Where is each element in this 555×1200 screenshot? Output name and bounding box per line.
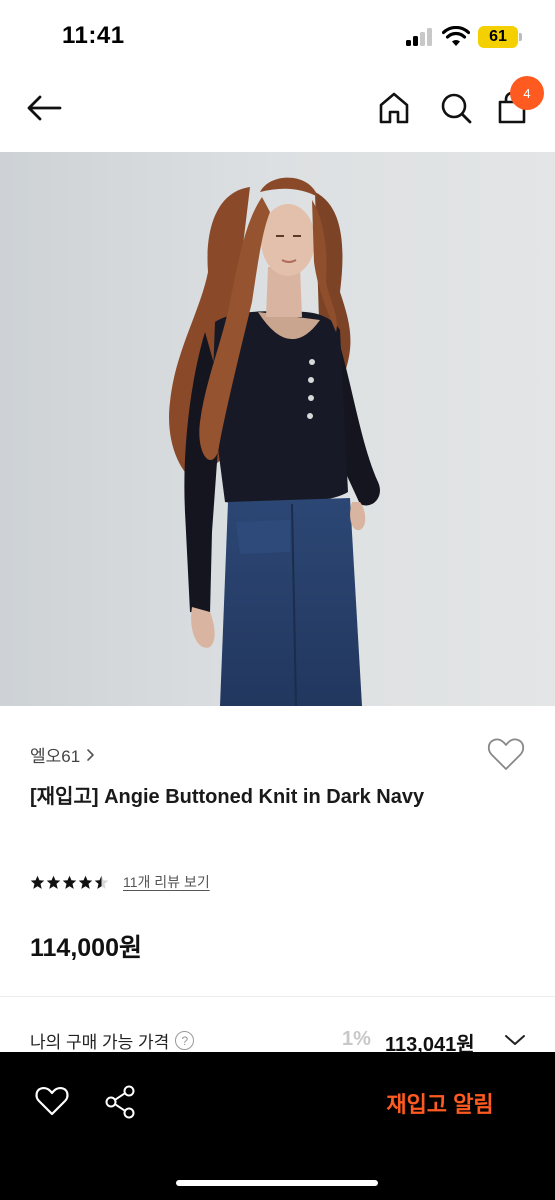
rating-row: 11개 리뷰 보기 [30,872,210,892]
product-photo-illustration [0,152,555,706]
review-link[interactable]: 11개 리뷰 보기 [123,872,210,892]
chevron-down-icon[interactable] [502,1030,528,1050]
my-price-label-text: 나의 구매 가능 가격 [30,1033,170,1052]
heart-icon[interactable] [486,735,526,773]
wifi-icon [442,26,470,46]
star-full-icon [62,875,77,889]
battery-cap [519,33,522,41]
home-indicator [176,1180,378,1186]
bottom-action-bar: 재입고 알림 [0,1052,555,1200]
share-icon[interactable] [102,1084,138,1120]
search-icon[interactable] [438,90,474,126]
status-time: 11:41 [62,22,125,49]
help-icon[interactable]: ? [175,1031,195,1050]
product-price: 114,000원 [30,934,142,962]
divider [0,996,555,997]
cart-count-badge: 4 [510,76,544,110]
star-full-icon [46,875,61,889]
nav-bar [0,70,555,152]
back-arrow-icon[interactable] [24,92,64,124]
home-icon[interactable] [376,90,412,126]
battery-indicator: 61 [478,26,518,48]
status-bar: 11:41 61 [0,0,555,70]
heart-icon[interactable] [34,1084,70,1118]
star-full-icon [30,875,45,889]
brand-name: 엘오61 [30,747,81,766]
restock-alert-button[interactable]: 재입고 알림 [360,1082,520,1124]
star-rating [30,875,109,890]
brand-link[interactable]: 엘오61 [30,742,95,767]
cellular-signal-icon [406,28,434,46]
chevron-right-icon [87,748,95,761]
star-half-icon [94,875,109,889]
product-image[interactable] [0,152,555,706]
discount-rate: 1% [342,1028,371,1050]
star-full-icon [78,875,93,889]
my-price-label: 나의 구매 가능 가격 ? [30,1028,195,1053]
product-title: [재입고] Angie Buttoned Knit in Dark Navy [30,786,425,808]
